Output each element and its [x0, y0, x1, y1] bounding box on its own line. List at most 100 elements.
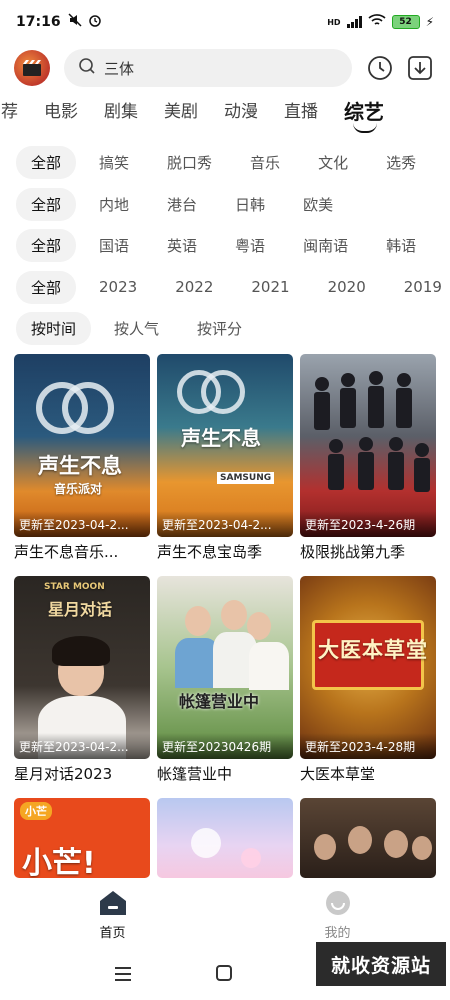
tab-series[interactable]: 剧集	[91, 95, 151, 129]
filter-chip[interactable]: 2020	[313, 272, 381, 302]
history-button[interactable]	[366, 54, 394, 82]
tab-us-series[interactable]: 美剧	[151, 95, 211, 129]
category-tabs: 荐 电影 剧集 美剧 动漫 直播 综艺	[0, 95, 450, 135]
search-bar[interactable]	[64, 49, 352, 87]
filter-row-region: 全部 内地 港台 日韩 欧美	[0, 184, 450, 226]
show-poster: 声生不息 音乐派对 更新至2023-04-2...	[14, 354, 150, 537]
update-badge: 更新至2023-4-26期	[300, 511, 436, 537]
show-poster: 小芒 小芒!	[14, 798, 150, 878]
update-badge: 更新至2023-04-2...	[14, 511, 150, 537]
poster-sublabel: 小芒	[20, 802, 52, 820]
filter-chip[interactable]: 选秀	[371, 146, 431, 179]
filter-chip[interactable]: 韩语	[371, 229, 431, 262]
nav-home-label: 首页	[99, 926, 126, 941]
app-avatar[interactable]	[14, 50, 50, 86]
filter-chip[interactable]: 日韩	[220, 188, 280, 221]
bottom-nav: 首页 我的	[0, 878, 450, 950]
search-input[interactable]	[104, 59, 324, 77]
poster-label: 帐篷营业中	[179, 692, 260, 711]
show-poster: 更新至2023-4-26期	[300, 354, 436, 537]
filter-chip[interactable]: 粤语	[220, 229, 280, 262]
search-icon	[78, 57, 96, 79]
filter-chip[interactable]: 搞笑	[84, 146, 144, 179]
show-card[interactable]: 小芒 小芒!	[14, 798, 150, 878]
filter-chip[interactable]: 全部	[16, 229, 77, 263]
filter-chip[interactable]: 文化	[303, 146, 363, 179]
wifi-icon	[368, 13, 386, 31]
show-title: 星月对话2023	[14, 765, 113, 783]
show-title: 极限挑战第九季	[300, 543, 406, 561]
poster-label: 声生不息	[181, 426, 261, 450]
poster-sublabel: SAMSUNG	[217, 472, 275, 484]
signal-icon	[346, 16, 362, 28]
show-poster: STAR MOON 星月对话 更新至2023-04-2...	[14, 576, 150, 759]
filter-chip[interactable]: 全部	[16, 187, 77, 221]
charging-icon: ⚡	[425, 15, 434, 29]
poster-sublabel: STAR MOON	[44, 582, 105, 592]
filter-row-year: 全部 2023 2022 2021 2020 2019 2	[0, 267, 450, 309]
nav-mine[interactable]: 我的	[225, 878, 450, 950]
poster-label: 大医本草堂	[318, 638, 428, 662]
filter-chip[interactable]: 英语	[152, 229, 212, 262]
filter-chip[interactable]: 2019	[389, 272, 450, 302]
show-card[interactable]: 声生不息 SAMSUNG 更新至2023-04-2... 声生不息宝岛季	[157, 354, 293, 562]
filter-chip[interactable]: 欧美	[288, 188, 348, 221]
filter-chip[interactable]: 全部	[16, 270, 77, 304]
show-title: 声生不息音乐...	[14, 543, 119, 561]
show-title: 帐篷营业中	[157, 765, 233, 783]
filter-chip[interactable]: 2022	[160, 272, 228, 302]
mute-icon	[67, 12, 83, 32]
show-card[interactable]: 大医本草堂 更新至2023-4-28期 大医本草堂	[300, 576, 436, 784]
show-poster: 大医本草堂 更新至2023-4-28期	[300, 576, 436, 759]
poster-label: 星月对话	[48, 600, 113, 619]
group-figures	[314, 371, 430, 492]
show-card[interactable]	[300, 798, 436, 878]
filter-chip[interactable]: 2023	[84, 272, 152, 302]
show-card[interactable]: 声生不息 音乐派对 更新至2023-04-2... 声生不息音乐...	[14, 354, 150, 562]
show-card[interactable]: 更新至2023-4-26期 极限挑战第九季	[300, 354, 436, 562]
download-button[interactable]	[406, 54, 434, 82]
filter-chip[interactable]: 国语	[84, 229, 144, 262]
tab-recommend[interactable]: 荐	[0, 95, 31, 129]
filter-chip[interactable]: 音乐	[235, 146, 295, 179]
update-badge: 更新至2023-04-2...	[14, 733, 150, 759]
update-badge: 更新至20230426期	[157, 733, 293, 759]
sort-chip[interactable]: 按评分	[182, 312, 257, 345]
tab-anime[interactable]: 动漫	[211, 95, 271, 129]
top-bar	[0, 44, 450, 92]
filter-chip[interactable]: 脱口秀	[152, 146, 227, 179]
filter-row-sort: 按时间 按人气 按评分	[0, 308, 450, 350]
show-card[interactable]	[157, 798, 293, 878]
filter-panel: 全部 搞笑 脱口秀 音乐 文化 选秀 情 全部 内地 港台 日韩 欧美 全部 国…	[0, 142, 450, 350]
poster-label: 声生不息	[38, 454, 122, 478]
show-poster	[300, 798, 436, 878]
filter-chip[interactable]: 内地	[84, 188, 144, 221]
show-card[interactable]: STAR MOON 星月对话 更新至2023-04-2... 星月对话2023	[14, 576, 150, 784]
filter-chip[interactable]: 港台	[152, 188, 212, 221]
poster-sublabel: 音乐派对	[54, 482, 103, 496]
show-poster: 帐篷营业中 更新至20230426期	[157, 576, 293, 759]
sort-chip[interactable]: 按时间	[16, 312, 92, 346]
nav-home[interactable]: 首页	[0, 878, 225, 950]
filter-row-genre: 全部 搞笑 脱口秀 音乐 文化 选秀 情	[0, 142, 450, 184]
filter-chip[interactable]: 日	[439, 229, 450, 262]
filter-chip[interactable]: 闽南语	[288, 229, 363, 262]
alarm-icon	[87, 12, 103, 32]
home-gesture-button[interactable]	[216, 965, 232, 981]
show-poster	[157, 798, 293, 878]
show-poster: 声生不息 SAMSUNG 更新至2023-04-2...	[157, 354, 293, 537]
tab-live[interactable]: 直播	[271, 95, 331, 129]
filter-chip[interactable]: 情	[439, 146, 450, 179]
filter-chip[interactable]: 2021	[236, 272, 304, 302]
sort-chip[interactable]: 按人气	[99, 312, 174, 345]
filter-chip[interactable]: 全部	[16, 146, 77, 180]
menu-icon[interactable]	[113, 966, 133, 986]
status-time: 17:16	[16, 14, 61, 30]
show-title: 大医本草堂	[300, 765, 376, 783]
show-card[interactable]: 帐篷营业中 更新至20230426期 帐篷营业中	[157, 576, 293, 784]
update-badge: 更新至2023-4-28期	[300, 733, 436, 759]
show-title: 声生不息宝岛季	[157, 543, 263, 561]
tab-variety[interactable]: 综艺	[331, 95, 397, 133]
tab-movies[interactable]: 电影	[31, 95, 91, 129]
status-bar: 17:16 HD 52 ⚡	[0, 0, 450, 44]
